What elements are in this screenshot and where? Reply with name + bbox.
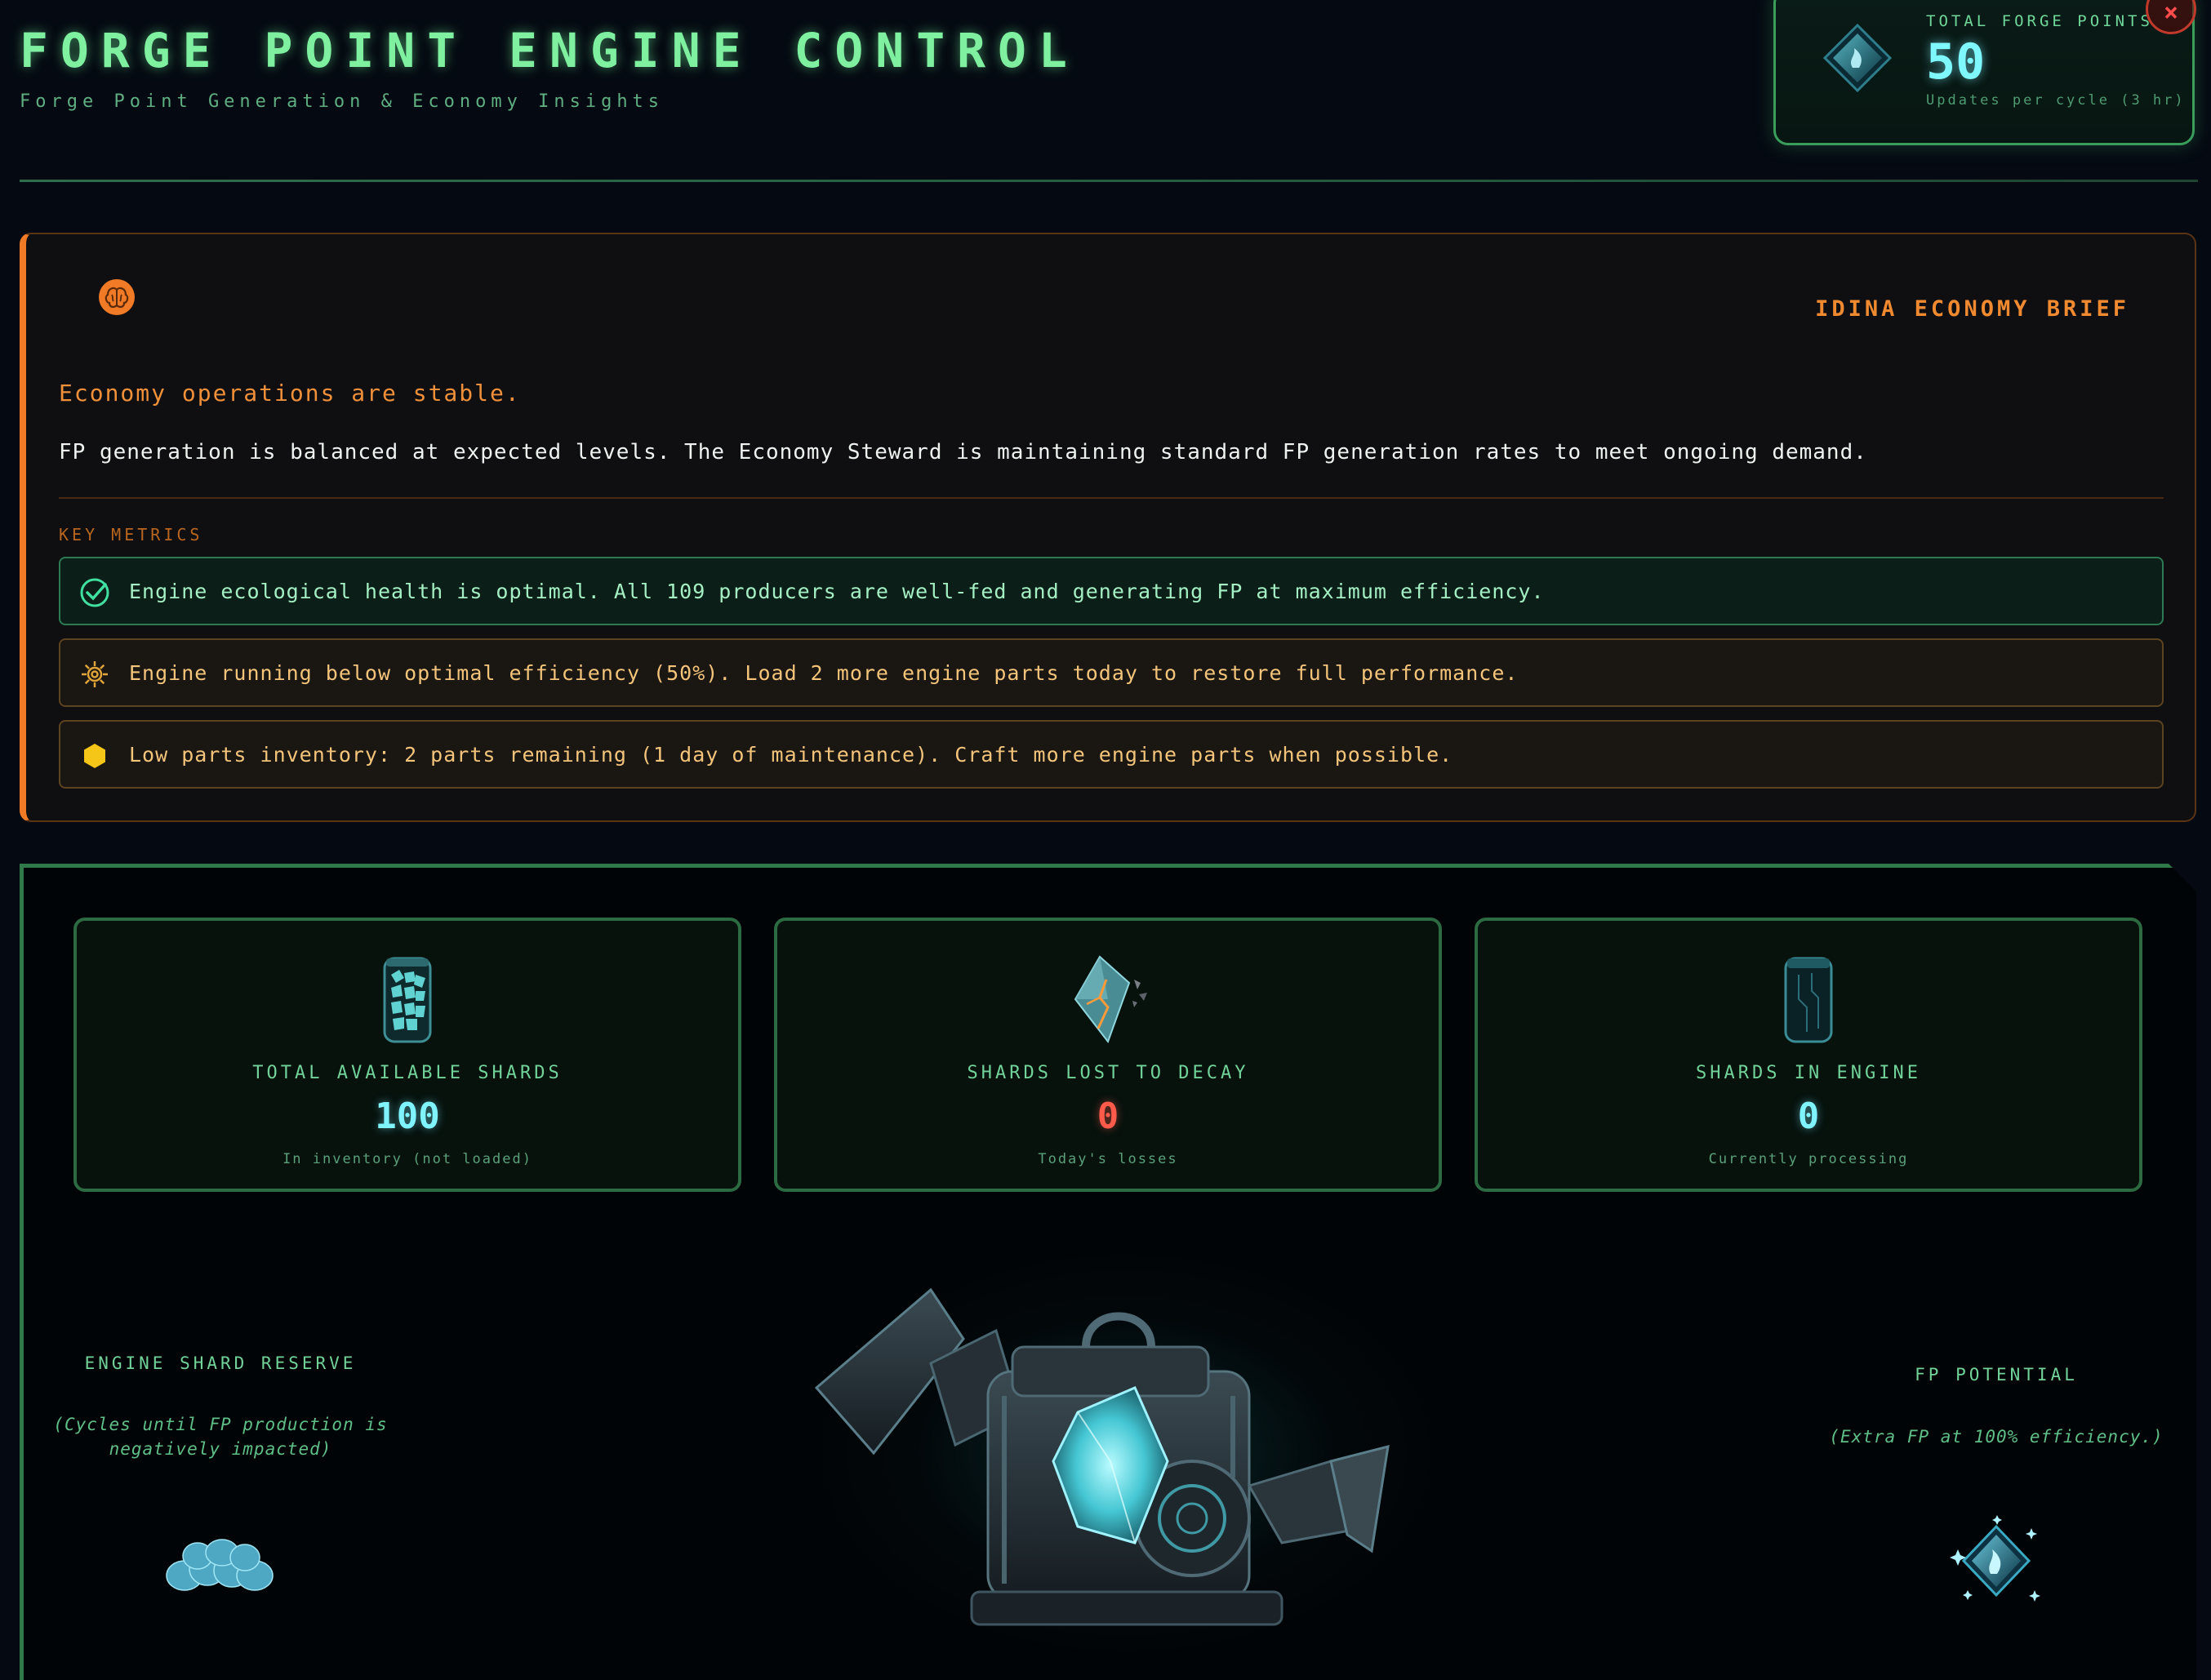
brief-status: Economy operations are stable. [59,380,521,407]
metric-parts-inventory: Low parts inventory: 2 parts remaining (… [59,720,2164,789]
brief-divider [59,497,2164,499]
hexagon-icon [84,744,105,768]
stat-value: 0 [1097,1096,1119,1137]
shard-jar-icon [383,957,432,1043]
stat-note: In inventory (not loaded) [282,1151,532,1167]
fp-potential-label: FP POTENTIAL [1915,1365,2078,1384]
stat-card-shards-lost: SHARDS LOST TO DECAY 0 Today's losses [774,918,1442,1192]
brief-heading: IDINA ECONOMY BRIEF [1815,296,2129,322]
stat-card-shards-in-engine: SHARDS IN ENGINE 0 Currently processing [1475,918,2142,1192]
stat-note: Today's losses [1038,1151,1178,1167]
page-subtitle: Forge Point Generation & Economy Insight… [20,91,665,112]
fp-potential-note: (Extra FP at 100% efficiency.) [1829,1427,2164,1447]
metric-engine-efficiency: Engine running below optimal efficiency … [59,638,2164,707]
engine-shard-reserve-label: ENGINE SHARD RESERVE [84,1353,357,1373]
cracked-shard-icon [1074,955,1147,1044]
gear-icon [82,661,108,687]
metric-text: Low parts inventory: 2 parts remaining (… [129,743,1453,767]
page-title: FORGE POINT ENGINE CONTROL [20,23,1079,78]
stat-value: 100 [375,1096,440,1137]
stat-value: 0 [1797,1096,1820,1137]
fp-label: TOTAL FORGE POINTS [1926,12,2153,30]
total-forge-points-widget: TOTAL FORGE POINTS 50 Updates per cycle … [1773,0,2195,145]
fp-value: 50 [1926,33,1986,91]
engine-shard-reserve-note: (Cycles until FP production is negativel… [53,1415,388,1459]
fp-gem-icon [1823,24,1892,92]
brief-body: FP generation is balanced at expected le… [59,440,1867,464]
brain-icon [99,279,135,315]
check-circle-icon [80,578,109,607]
header-divider [20,180,2198,182]
sparkling-fp-gem-icon [1950,1515,2040,1602]
stat-label: SHARDS LOST TO DECAY [967,1063,1249,1083]
key-metrics-label: KEY METRICS [59,525,203,544]
fp-update-note: Updates per cycle (3 hr) [1926,92,2186,109]
stat-label: TOTAL AVAILABLE SHARDS [252,1063,563,1083]
shard-pile-icon [166,1539,274,1591]
economy-brief-panel: IDINA ECONOMY BRIEF Economy operations a… [20,233,2196,822]
stat-note: Currently processing [1708,1151,1909,1167]
stat-label: SHARDS IN ENGINE [1696,1063,1921,1083]
stat-card-available-shards: TOTAL AVAILABLE SHARDS 100 In inventory … [73,918,741,1192]
metric-text: Engine running below optimal efficiency … [129,661,1519,685]
empty-canister-icon [1784,957,1833,1043]
forge-engine-icon [814,1287,1390,1626]
metric-text: Engine ecological health is optimal. All… [129,580,1545,603]
metric-ecological-health: Engine ecological health is optimal. All… [59,557,2164,625]
